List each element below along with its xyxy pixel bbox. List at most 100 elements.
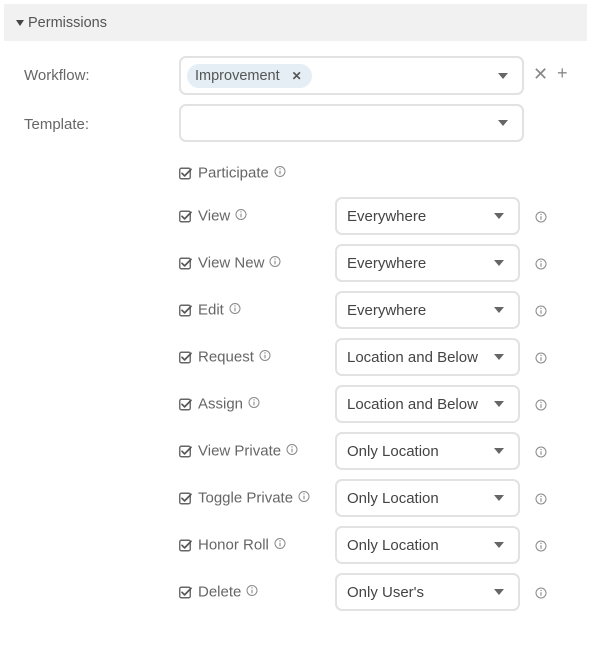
scope-select[interactable]: Location and Below [335,385,520,423]
info-icon[interactable] [235,208,247,225]
permission-label-text: Participate [198,164,269,182]
scope-info-icon[interactable] [535,445,547,462]
scope-info-icon[interactable] [535,304,547,321]
workflow-label: Workflow: [24,67,90,84]
permissions-section-header[interactable]: Permissions [4,4,587,41]
chevron-down-icon [494,542,504,548]
info-icon[interactable] [274,537,286,554]
info-icon[interactable] [246,584,258,601]
scope-value: Everywhere [347,301,427,319]
permission-label-text: View Private [198,442,282,460]
scope-select[interactable]: Only Location [335,432,520,470]
scope-select[interactable]: Location and Below [335,338,520,376]
scope-info-icon[interactable] [535,398,547,415]
permission-label-text: View New [198,254,265,272]
section-title: Permissions [28,14,107,31]
chevron-down-icon [494,401,504,407]
info-icon[interactable] [269,255,281,272]
chevron-down-icon [494,448,504,454]
checkbox-checked-icon[interactable] [179,492,192,509]
checkbox-checked-icon[interactable] [179,398,192,415]
chevron-down-icon [498,72,508,79]
scope-value: Only Location [347,442,439,460]
chevron-down-icon [498,120,508,126]
permission-label: Request [198,349,271,366]
checkbox-checked-icon[interactable] [179,304,192,321]
info-icon[interactable] [298,490,310,507]
workflow-select[interactable]: Improvement ✕ [179,56,524,95]
checkbox-checked-icon[interactable] [179,445,192,462]
permission-row: Participate [179,155,559,191]
permission-label: Participate [198,165,286,182]
scope-info-icon[interactable] [535,492,547,509]
scope-select[interactable]: Everywhere [335,291,520,329]
add-workflow-icon[interactable]: + [557,64,568,82]
chevron-down-icon [494,354,504,360]
checkbox-checked-icon[interactable] [179,586,192,603]
scope-value: Everywhere [347,254,427,272]
info-icon[interactable] [286,443,298,460]
permission-label-text: Toggle Private [198,489,294,507]
permission-label-text: Honor Roll [198,536,269,554]
permission-label: View [198,208,247,225]
permission-label-text: Assign [198,395,244,413]
permission-label-text: Edit [198,301,224,319]
scope-value: Only Location [347,536,439,554]
chevron-down-icon [494,307,504,313]
permission-label-text: Delete [198,583,242,601]
permission-label: View New [198,255,281,272]
info-icon[interactable] [248,396,260,413]
permission-row: View New Everywhere [179,244,559,282]
permission-row: View Private Only Location [179,432,559,470]
workflow-tag: Improvement ✕ [187,63,312,88]
permission-label: View Private [198,443,298,460]
info-icon[interactable] [259,349,271,366]
scope-value: Everywhere [347,207,427,225]
remove-tag-icon[interactable]: ✕ [292,69,302,83]
permission-row: Delete Only User's [179,573,559,611]
info-icon[interactable] [274,165,286,182]
scope-select[interactable]: Everywhere [335,197,520,235]
scope-info-icon[interactable] [535,210,547,227]
permission-label: Edit [198,302,241,319]
scope-select[interactable]: Only Location [335,526,520,564]
permission-row: Edit Everywhere [179,291,559,329]
checkbox-checked-icon[interactable] [179,539,192,556]
scope-select[interactable]: Everywhere [335,244,520,282]
scope-select[interactable]: Only Location [335,479,520,517]
checkbox-checked-icon[interactable] [179,167,192,184]
caret-down-icon [16,19,24,26]
template-select[interactable] [179,104,524,142]
scope-value: Only Location [347,489,439,507]
permission-row: Toggle Private Only Location [179,479,559,517]
checkbox-checked-icon[interactable] [179,351,192,368]
permission-label: Assign [198,396,260,413]
checkbox-checked-icon[interactable] [179,210,192,227]
scope-value: Location and Below [347,395,478,413]
scope-info-icon[interactable] [535,351,547,368]
scope-value: Location and Below [347,348,478,366]
chevron-down-icon [494,213,504,219]
permission-label: Delete [198,584,258,601]
workflow-tag-label: Improvement [195,67,280,84]
chevron-down-icon [494,260,504,266]
template-label: Template: [24,116,90,133]
permission-label-text: Request [198,348,254,366]
permission-label-text: View [198,207,231,225]
scope-value: Only User's [347,583,425,601]
checkbox-checked-icon[interactable] [179,257,192,274]
scope-info-icon[interactable] [535,586,547,603]
scope-info-icon[interactable] [535,539,547,556]
permission-label: Toggle Private [198,490,310,507]
chevron-down-icon [494,495,504,501]
scope-info-icon[interactable] [535,257,547,274]
scope-select[interactable]: Only User's [335,573,520,611]
clear-workflow-icon[interactable]: ✕ [533,65,548,83]
info-icon[interactable] [229,302,241,319]
chevron-down-icon [494,589,504,595]
permission-row: View Everywhere [179,197,559,235]
permission-row: Request Location and Below [179,338,559,376]
permission-label: Honor Roll [198,537,286,554]
permission-row: Assign Location and Below [179,385,559,423]
permission-row: Honor Roll Only Location [179,526,559,564]
